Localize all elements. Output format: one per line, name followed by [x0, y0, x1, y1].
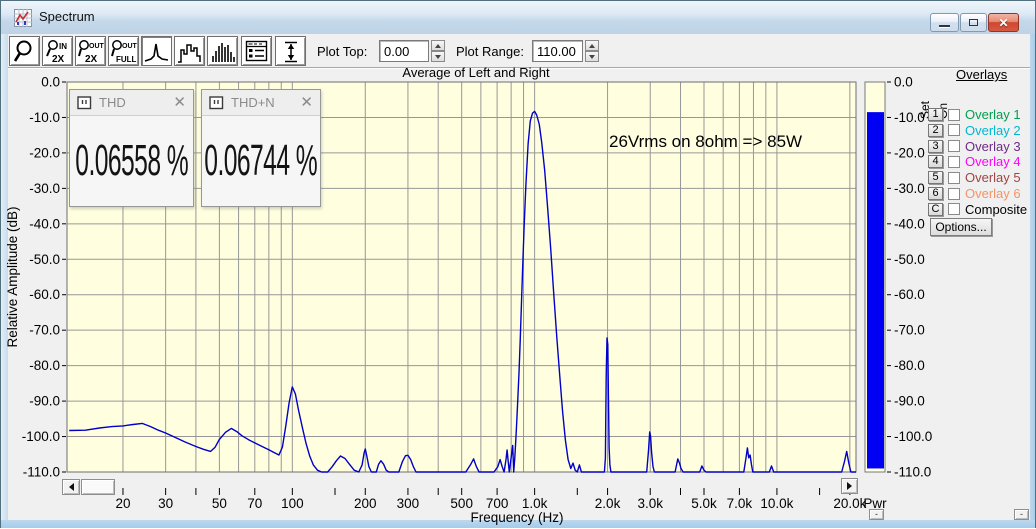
x-tick-label: 70 [247, 496, 262, 511]
y-tick-label-right: -60.0 [894, 287, 925, 302]
overlay-row: C Composite [928, 202, 1027, 217]
thdn-panel-header[interactable]: THD+N ✕ [202, 90, 320, 116]
x-tick-label: 10.0k [760, 496, 793, 511]
y-tick-label-left: -70.0 [29, 323, 60, 338]
y-axis-label: Relative Amplitude (dB) [5, 206, 20, 347]
y-tick-label-right: -40.0 [894, 216, 925, 231]
y-tick-label-right: -110.0 [894, 465, 931, 480]
thdn-value: 0.06744 % [205, 136, 318, 186]
overlay-label: Overlay 6 [965, 186, 1021, 201]
x-tick-label: 50 [212, 496, 227, 511]
x-tick-label: 300 [397, 496, 420, 511]
h-scroll-thumb[interactable] [81, 479, 115, 495]
x-axis-label: Frequency (Hz) [470, 510, 563, 525]
y-tick-label-right: -30.0 [894, 181, 925, 196]
overlay-row: 3 Overlay 3 [928, 139, 1021, 154]
overlay-row: 5 Overlay 5 [928, 170, 1021, 185]
x-tick-label: 1.0k [522, 496, 548, 511]
spectrum-chart: Average of Left and Right0.00.0-10.0-10.… [1, 1, 1036, 529]
x-tick-label: 20.0k [833, 496, 866, 511]
overlay-set-button-2[interactable]: 2 [928, 124, 943, 137]
thdn-panel-title: THD+N [231, 95, 300, 110]
y-tick-label-left: -90.0 [29, 394, 60, 409]
scroll-right-icon [847, 482, 852, 490]
x-tick-label: 2.0k [595, 496, 621, 511]
y-tick-label-right: -90.0 [894, 394, 925, 409]
overlay-label: Overlay 3 [965, 139, 1021, 154]
thdn-panel-body: 0.06744 % [202, 116, 320, 205]
overlay-set-button-1[interactable]: 1 [928, 108, 943, 121]
y-tick-label-left: -20.0 [29, 145, 60, 160]
overlay-on-checkbox-1[interactable] [948, 109, 960, 121]
overlay-row: 6 Overlay 6 [928, 186, 1021, 201]
y-tick-label-left: 0.0 [41, 75, 60, 90]
y-tick-label-left: -60.0 [29, 287, 60, 302]
overlay-label: Composite [965, 202, 1027, 217]
y-tick-label-left: -80.0 [29, 358, 60, 373]
y-tick-label-left: -10.0 [29, 110, 60, 125]
spectrum-window: Spectrum ✕ IN 2X OUT 2X [0, 0, 1036, 528]
scroll-left-button[interactable] [62, 479, 80, 495]
overlay-set-button-5[interactable]: 5 [928, 171, 943, 184]
splitter-button-left[interactable]: - [869, 509, 884, 520]
thd-panel-title: THD [99, 95, 173, 110]
y-tick-label-left: -110.0 [23, 465, 60, 480]
chart-title: Average of Left and Right [402, 65, 550, 80]
thd-panel-body: 0.06558 % [70, 116, 193, 205]
options-button[interactable]: Options... [930, 218, 992, 236]
x-tick-label: 700 [486, 496, 509, 511]
x-tick-label: 5.0k [691, 496, 717, 511]
x-tick-label: 20 [115, 496, 130, 511]
y-tick-label-left: -50.0 [29, 252, 60, 267]
overlay-set-button-4[interactable]: 4 [928, 155, 943, 168]
x-tick-label: 3.0k [637, 496, 663, 511]
overlay-row: 1 Overlay 1 [928, 107, 1021, 122]
overlay-row: 4 Overlay 4 [928, 154, 1021, 169]
overlay-on-checkbox-5[interactable] [948, 172, 960, 184]
overlay-label: Overlay 1 [965, 107, 1021, 122]
pwr-meter-bar [867, 112, 884, 468]
y-tick-label-right: -80.0 [894, 358, 925, 373]
overlays-title: Overlays [956, 67, 1007, 82]
thd-value: 0.06558 % [75, 136, 188, 186]
overlays-panel: Overlays Set On 1Overlay 12Overlay 23Ove… [926, 65, 1030, 241]
y-tick-label-left: -30.0 [29, 181, 60, 196]
y-tick-label-right: -20.0 [894, 145, 925, 160]
overlay-on-checkbox-3[interactable] [948, 140, 960, 152]
annotation-text: 26Vrms on 8ohm => 85W [609, 132, 802, 152]
y-tick-label-left: -100.0 [22, 429, 60, 444]
x-tick-label: 500 [450, 496, 473, 511]
overlay-label: Overlay 2 [965, 123, 1021, 138]
thd-panel-header[interactable]: THD ✕ [70, 90, 193, 116]
overlay-on-checkbox-4[interactable] [948, 156, 960, 168]
x-tick-label: 100 [281, 496, 304, 511]
y-tick-label-right: 0.0 [894, 75, 913, 90]
y-tick-label-right: -70.0 [894, 323, 925, 338]
overlay-on-checkbox-C[interactable] [948, 203, 960, 215]
scroll-left-icon [69, 483, 74, 491]
overlay-row: 2 Overlay 2 [928, 123, 1021, 138]
overlay-on-checkbox-6[interactable] [948, 188, 960, 200]
x-tick-label: 7.0k [727, 496, 753, 511]
x-tick-label: 30 [158, 496, 173, 511]
y-tick-label-right: -50.0 [894, 252, 925, 267]
overlay-set-button-3[interactable]: 3 [928, 140, 943, 153]
y-tick-label-right: -100.0 [894, 429, 932, 444]
close-icon[interactable]: ✕ [173, 95, 186, 110]
overlay-label: Overlay 4 [965, 154, 1021, 169]
overlay-label: Overlay 5 [965, 170, 1021, 185]
thdn-panel[interactable]: THD+N ✕ 0.06744 % [201, 89, 321, 207]
x-tick-label: 200 [354, 496, 377, 511]
meter-window-icon [209, 96, 224, 110]
meter-window-icon [77, 96, 92, 110]
y-tick-label-left: -40.0 [29, 216, 60, 231]
thd-panel[interactable]: THD ✕ 0.06558 % [69, 89, 194, 207]
overlay-on-checkbox-2[interactable] [948, 124, 960, 136]
overlay-set-button-C[interactable]: C [928, 203, 943, 216]
splitter-button-right[interactable]: - [1014, 509, 1029, 520]
close-icon[interactable]: ✕ [300, 95, 313, 110]
scroll-right-button[interactable] [841, 478, 858, 494]
overlay-set-button-6[interactable]: 6 [928, 187, 943, 200]
